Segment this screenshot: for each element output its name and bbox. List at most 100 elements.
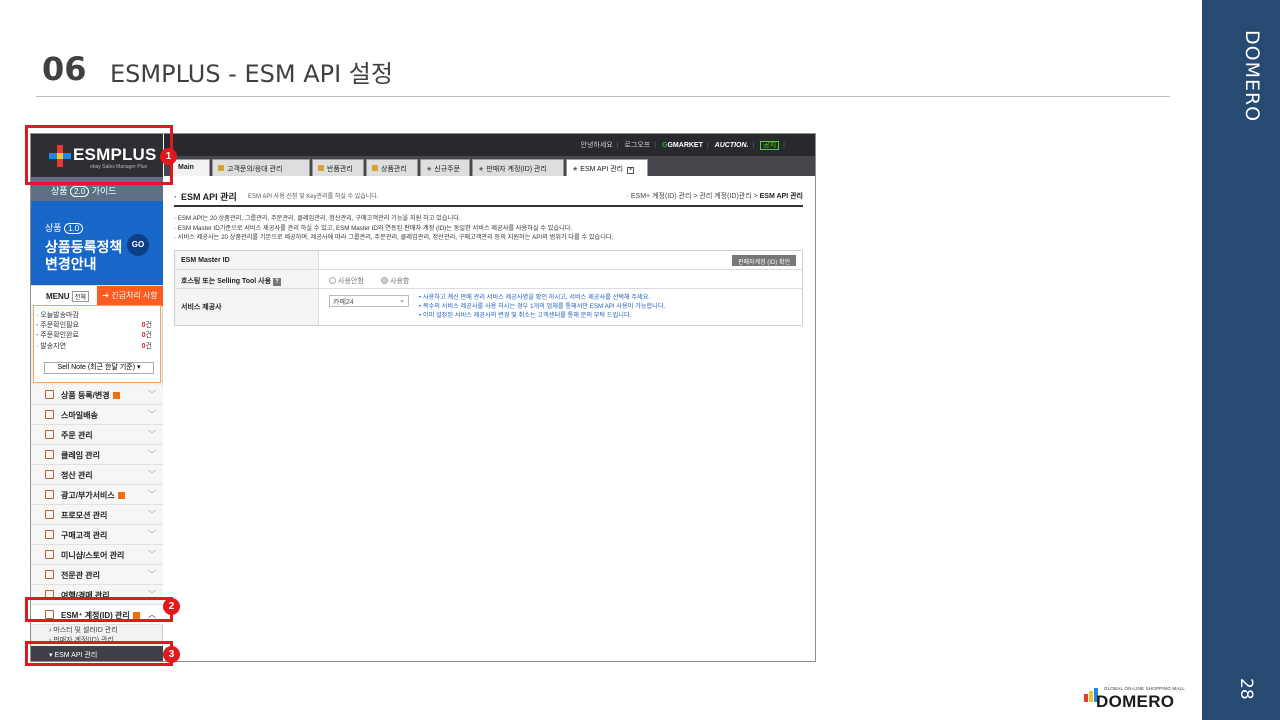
sidebar-item-promotion[interactable]: 프로모션 관리 ﹀ — [31, 505, 163, 525]
title-divider — [36, 96, 1170, 97]
tab-label: 판매자 계정(ID) 관리 — [486, 166, 547, 173]
chevron-down-icon: ﹀ — [148, 410, 156, 419]
urgent-label: 긴급처리 사항 — [111, 291, 158, 300]
new-badge-icon — [117, 492, 125, 500]
radio-not-use[interactable]: 사용안함 — [329, 276, 364, 286]
sidebar-item-advertising[interactable]: 광고/부가서비스 ﹀ — [31, 485, 163, 505]
callout-badge: 2 — [163, 598, 180, 615]
logout-link[interactable]: 로그오프 — [624, 142, 650, 149]
sidebar-item-minishop[interactable]: 미니샵/스토어 관리 ﹀ — [31, 545, 163, 565]
slide-title: ESMPLUS - ESM API 설정 — [110, 60, 393, 88]
subitem-label: 마스터 및 셀러ID 관리 — [53, 627, 118, 634]
sidebar-item-label: 프로모션 관리 — [61, 511, 108, 520]
chevron-down-icon: ﹀ — [148, 390, 156, 399]
sidebar-item-customer[interactable]: 구매고객 관리 ﹀ — [31, 525, 163, 545]
provider-note: • 복수의 서비스 제공사를 사용 하시는 경우 1개의 업체를 통해서만 ES… — [419, 303, 666, 310]
tab-main[interactable]: Main — [172, 159, 210, 176]
status-row[interactable]: · 오늘발송마감 — [36, 310, 156, 320]
provider-select[interactable]: 카페24 ⌄ — [329, 295, 409, 307]
tab-seller-account[interactable]: ★ 판매자 계정(ID) 관리 — [472, 159, 564, 176]
radio-icon — [329, 277, 336, 284]
tab-bar: Main 고객문의/응대 관리 반품관리 상품관리 ★ 신규주문 ★ 판매자 계정(… — [164, 156, 815, 176]
claim-icon — [45, 450, 54, 459]
provider-label: 서비스 제공사 — [175, 289, 319, 325]
menu-all-button[interactable]: 전체 — [71, 291, 89, 302]
banner-go-button[interactable]: GO — [127, 234, 149, 256]
status-row[interactable]: - 주문확인필요 0건 — [36, 320, 156, 330]
store-icon — [45, 550, 54, 559]
guide-notes: · ESM API는 20 상품관리, 그룹관리, 주문관리, 클레임관리, 정… — [174, 214, 613, 243]
status-label: · 발송지연 — [36, 343, 67, 350]
tab-esm-api[interactable]: ★ ESM API 관리 × — [566, 159, 648, 176]
chevron-down-icon: ﹀ — [148, 470, 156, 479]
tab-label: 상품관리 — [381, 166, 407, 173]
sidebar: ESMPLUS ebay Sales Manager Plus 상품 2.0 가… — [31, 134, 163, 661]
sidebar-item-label: 클레임 관리 — [61, 451, 101, 460]
chevron-down-icon: ﹀ — [148, 570, 156, 579]
policy-banner[interactable]: 상품 1.0 상품등록정책 변경안내 GO — [31, 201, 163, 289]
sell-note-dropdown[interactable]: Sell Note (최근 한달 기준) ▾ — [44, 362, 154, 374]
delivery-icon — [45, 410, 54, 419]
tab-label: 고객문의/응대 관리 — [227, 166, 283, 173]
domero-logo: GLOBAL ON-LINE SHOPPING MALL DOMERO — [1084, 686, 1185, 714]
gmarket-link[interactable]: GGMARKET — [662, 142, 703, 149]
status-row[interactable]: · 발송지연 0건 — [36, 341, 156, 351]
tab-new-orders[interactable]: ★ 신규주문 — [420, 159, 470, 176]
sidebar-item-claim[interactable]: 클레임 관리 ﹀ — [31, 445, 163, 465]
esmplus-screenshot: ESMPLUS ebay Sales Manager Plus 상품 2.0 가… — [30, 133, 816, 662]
greeting-link[interactable]: 안녕하세요 — [581, 142, 613, 149]
check-seller-id-button[interactable]: 판매자계정 (ID) 확인 — [732, 255, 796, 266]
sidebar-item-smile-delivery[interactable]: 스마일배송 ﹀ — [31, 405, 163, 425]
callout-badge: 1 — [160, 148, 177, 165]
sidebar-item-specialty[interactable]: 전문관 관리 ﹀ — [31, 565, 163, 585]
star-icon: ★ — [572, 166, 579, 173]
order-status-box: · 오늘발송마감 - 주문확인필요 0건 - 주문확인완료 0건 · 발송지연 … — [33, 305, 161, 383]
new-badge-icon — [112, 392, 120, 400]
status-row[interactable]: - 주문확인완료 0건 — [36, 330, 156, 340]
sidebar-item-label: 전문관 관리 — [61, 571, 101, 580]
highlight-esm-api — [25, 641, 173, 666]
auction-link[interactable]: AUCTION. — [715, 142, 749, 149]
breadcrumb: · ESM+ 계정(ID) 관리 > 관리 계정(ID)관리 > ESM API… — [626, 193, 803, 200]
sidebar-item-settlement[interactable]: 정산 관리 ﹀ — [31, 465, 163, 485]
chevron-down-icon: ﹀ — [148, 450, 156, 459]
sidebar-item-label: 구매고객 관리 — [61, 531, 108, 540]
advertising-icon — [45, 490, 54, 499]
folder-icon — [372, 165, 378, 171]
status-count: 0건 — [141, 332, 152, 339]
sidebar-subitem[interactable]: › 마스터 및 셀러ID 관리 — [49, 625, 118, 635]
status-label: · 오늘발송마감 — [36, 312, 79, 319]
help-icon[interactable]: ? — [273, 278, 282, 286]
banner-version: 상품 1.0 — [45, 221, 84, 234]
order-icon — [45, 430, 54, 439]
sidebar-item-label: 주문 관리 — [61, 431, 93, 440]
master-id-row: ESM Master ID 판매자계정 (ID) 확인 — [175, 251, 802, 270]
tab-products[interactable]: 상품관리 — [366, 159, 418, 176]
sidebar-item-product[interactable]: 상품 등록/변경 ﹀ — [31, 385, 163, 405]
menu-label: MENU 전체 — [46, 291, 89, 302]
chevron-down-icon: ﹀ — [148, 550, 156, 559]
close-icon[interactable]: × — [627, 167, 635, 174]
tab-label: ESM API 관리 — [580, 166, 624, 173]
chevron-down-icon: ﹀ — [148, 510, 156, 519]
tab-returns[interactable]: 반품관리 — [312, 159, 364, 176]
settlement-icon — [45, 470, 54, 479]
sidebar-item-order[interactable]: 주문 관리 ﹀ — [31, 425, 163, 445]
main-content: · ESM API 관리 ESM API 사용 신청 및 Key관리를 하실 수 … — [164, 176, 815, 661]
top-links: 안녕하세요 | 로그오프 | GGMARKET | AUCTION. | 공지 | — [580, 141, 785, 150]
folder-icon — [218, 165, 224, 171]
chevron-down-icon: ﹀ — [148, 430, 156, 439]
radio-use[interactable]: 사용함 — [381, 276, 409, 286]
callout-badge: 3 — [163, 646, 180, 663]
status-count: 0건 — [141, 343, 152, 350]
notice-link[interactable]: 공지 — [760, 141, 780, 150]
sidebar-item-label: 정산 관리 — [61, 471, 93, 480]
sidebar-item-label: 미니샵/스토어 관리 — [61, 551, 125, 560]
tab-customer-inquiry[interactable]: 고객문의/응대 관리 — [212, 159, 310, 176]
sidebar-item-label: 광고/부가서비스 — [61, 490, 125, 501]
chevron-down-icon: ﹀ — [148, 530, 156, 539]
urgent-tab[interactable]: ➔ 긴급처리 사항 — [97, 286, 163, 306]
guide-suffix: 가이드 — [91, 186, 117, 196]
chevron-down-icon: ﹀ — [148, 490, 156, 499]
highlight-logo — [25, 125, 173, 185]
